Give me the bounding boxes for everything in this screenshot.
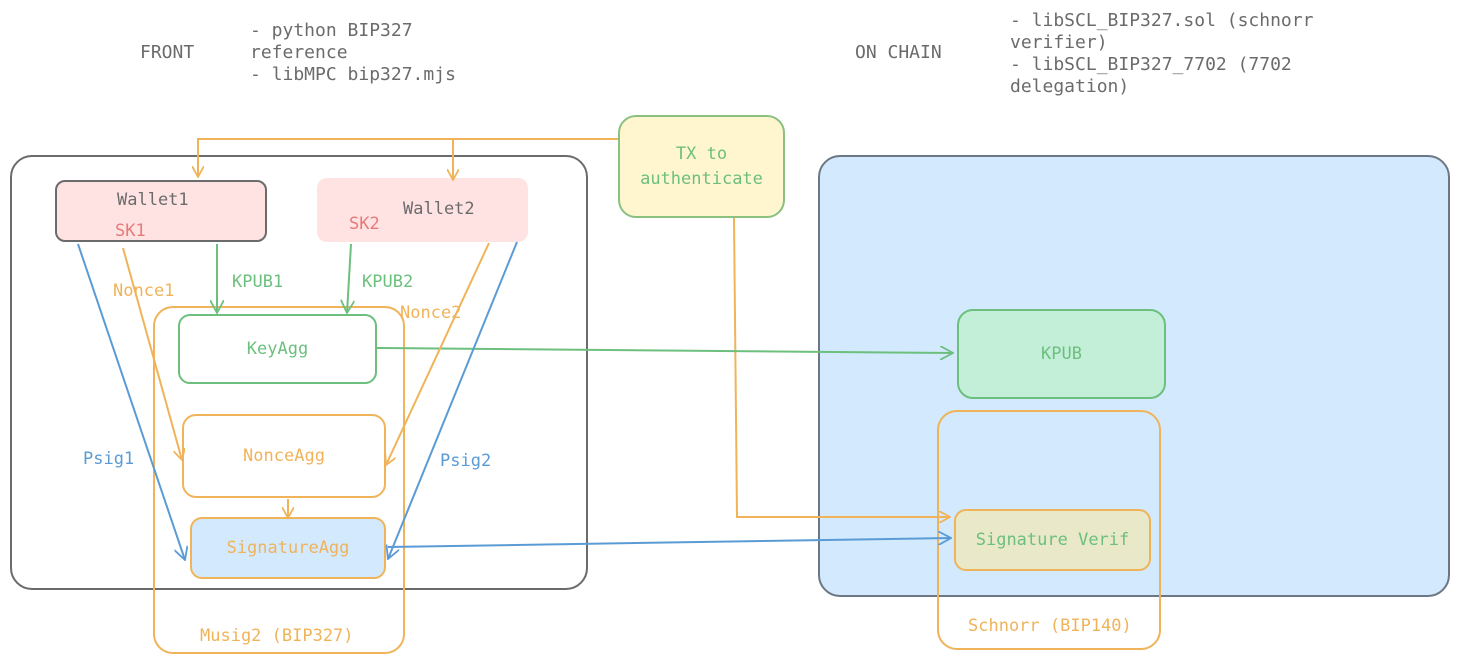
edge-kpub2 [347, 243, 351, 313]
edge-signatureagg-to-signature-verif [387, 538, 951, 548]
edge-nonce1 [122, 247, 182, 460]
edge-tx-to-signature-verif [733, 217, 950, 517]
edge-label-psig2: Psig2 [440, 451, 492, 471]
edge-label-nonce1: Nonce1 [113, 281, 175, 301]
edge-tx-to-wallets [198, 138, 618, 177]
edge-label-psig1: Psig1 [83, 449, 135, 469]
edge-label-nonce2: Nonce2 [400, 303, 462, 323]
edge-label-kpub2: KPUB2 [362, 272, 414, 292]
edges-layer [77, 138, 1459, 664]
edge-keyagg-to-kpub [376, 348, 953, 353]
edge-label-kpub1: KPUB1 [232, 272, 284, 292]
